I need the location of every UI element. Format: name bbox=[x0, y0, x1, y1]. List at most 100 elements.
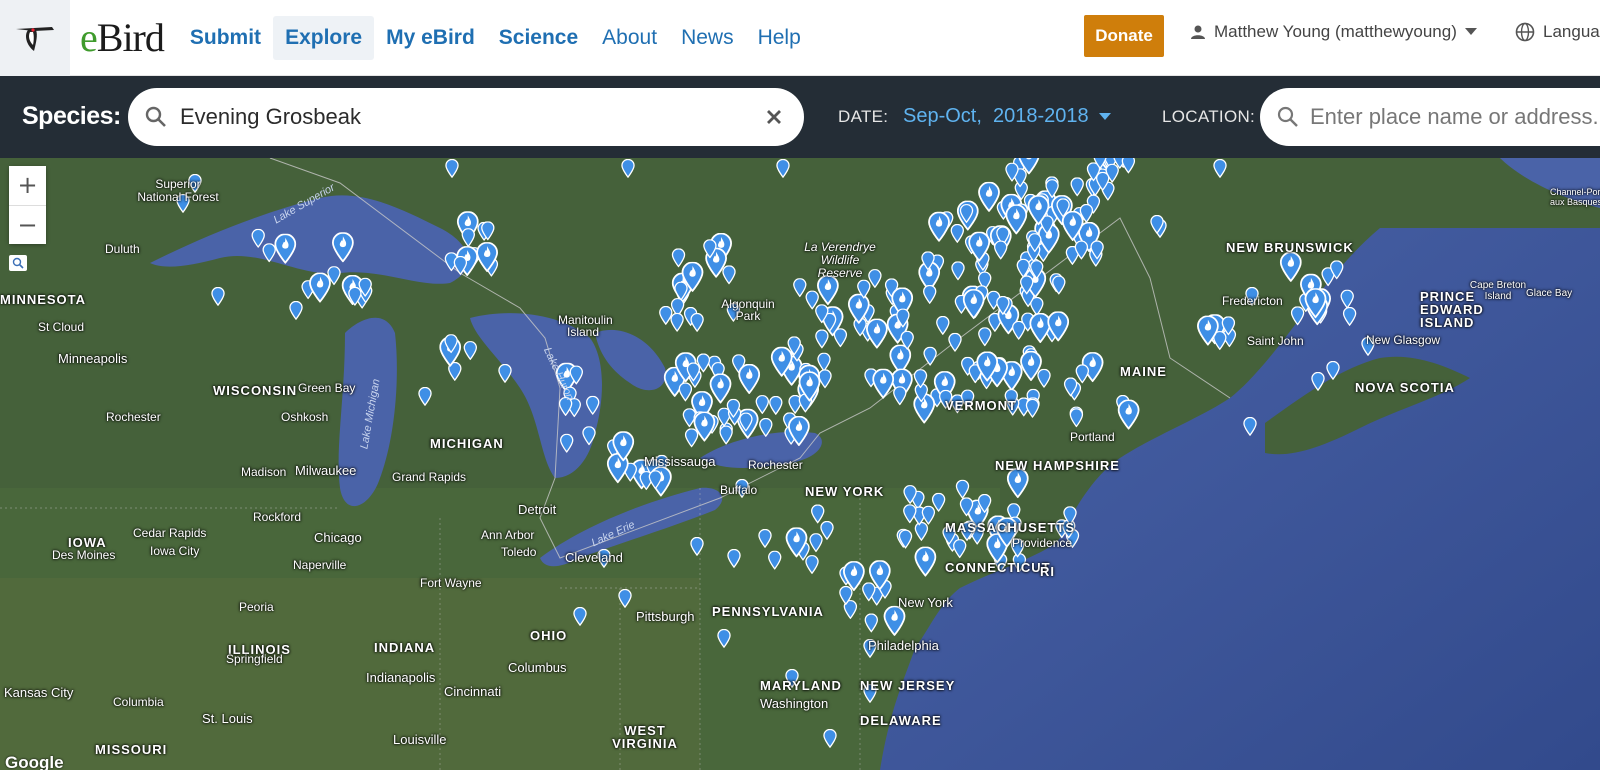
nav-news[interactable]: News bbox=[669, 16, 746, 60]
label-fredericton: Fredericton bbox=[1222, 294, 1283, 308]
label-madison: Madison bbox=[241, 465, 287, 479]
brand-bird: Bird bbox=[96, 15, 165, 60]
label-st-cloud: St Cloud bbox=[38, 320, 85, 334]
date-value: Sep-Oct, 2018-2018 bbox=[903, 105, 1089, 127]
label-cedar-rapids: Cedar Rapids bbox=[133, 526, 207, 540]
user-name: Matthew Young (matthewyoung) bbox=[1214, 22, 1457, 41]
label-saint-john: Saint John bbox=[1247, 334, 1304, 348]
label-indiana: INDIANA bbox=[374, 640, 436, 655]
label-fort-wayne: Fort Wayne bbox=[420, 576, 482, 590]
species-value: Evening Grosbeak bbox=[180, 104, 361, 129]
label-cincinnati: Cincinnati bbox=[444, 684, 502, 699]
label-rhode-island: RI bbox=[1040, 564, 1055, 579]
label-minnesota: MINNESOTA bbox=[0, 292, 87, 307]
label-louisville: Louisville bbox=[393, 732, 447, 747]
nav-help[interactable]: Help bbox=[746, 16, 813, 60]
nav-my-ebird[interactable]: My eBird bbox=[374, 16, 487, 60]
label-maine: MAINE bbox=[1120, 364, 1167, 379]
label-vermont: VERMONT bbox=[945, 398, 1017, 413]
nav-explore[interactable]: Explore bbox=[273, 15, 375, 60]
label-cleveland: Cleveland bbox=[565, 550, 623, 565]
label-columbus: Columbus bbox=[508, 660, 567, 675]
bird-logo-icon bbox=[16, 26, 54, 51]
label-new-jersey: NEW JERSEY bbox=[860, 678, 956, 693]
label-new-york-city: New York bbox=[898, 595, 953, 610]
label-green-bay: Green Bay bbox=[298, 381, 356, 395]
label-detroit: Detroit bbox=[518, 502, 557, 517]
user-menu[interactable]: Matthew Young (matthewyoung) bbox=[1190, 22, 1477, 42]
label-mississauga: Mississauga bbox=[644, 454, 716, 469]
label-new-hampshire: NEW HAMPSHIRE bbox=[995, 458, 1120, 473]
location-input[interactable] bbox=[1310, 104, 1600, 130]
date-selector[interactable]: Sep-Oct, 2018-2018 bbox=[903, 105, 1111, 128]
label-ann-arbor: Ann Arbor bbox=[481, 528, 535, 542]
chevron-down-icon bbox=[1464, 28, 1477, 35]
label-naperville: Naperville bbox=[293, 558, 347, 572]
label-milwaukee: Milwaukee bbox=[295, 463, 357, 478]
label-missouri: MISSOURI bbox=[95, 742, 168, 757]
label-peoria: Peoria bbox=[239, 600, 274, 614]
search-icon bbox=[1277, 106, 1298, 127]
nav-submit[interactable]: Submit bbox=[178, 16, 273, 60]
label-pennsylvania: PENNSYLVANIA bbox=[712, 604, 824, 619]
ebird-logo[interactable] bbox=[0, 0, 70, 76]
label-springfield: Springfield bbox=[226, 652, 283, 666]
label-grand-rapids: Grand Rapids bbox=[392, 470, 467, 484]
label-massachusetts: MASSACHUSETTS bbox=[945, 520, 1076, 535]
zoom-to-area-icon[interactable] bbox=[9, 255, 27, 271]
label-delaware: DELAWARE bbox=[860, 713, 942, 728]
label-philadelphia: Philadelphia bbox=[868, 638, 939, 653]
label-manitoulin-island: Manitoulin Island bbox=[558, 313, 613, 339]
language-label: Language bbox=[1543, 22, 1600, 41]
label-des-moines: Des Moines bbox=[52, 548, 116, 562]
nav-science[interactable]: Science bbox=[487, 16, 590, 60]
location-search[interactable] bbox=[1260, 88, 1600, 146]
label-nova-scotia: NOVA SCOTIA bbox=[1355, 380, 1455, 395]
label-providence: Providence bbox=[1012, 536, 1073, 550]
label-oshkosh: Oshkosh bbox=[281, 410, 329, 424]
label-maryland: MARYLAND bbox=[760, 678, 842, 693]
label-columbia: Columbia bbox=[113, 695, 164, 709]
label-superior-national-forest: Superior National Forest bbox=[137, 177, 219, 204]
chevron-down-icon bbox=[1098, 112, 1111, 120]
label-rochester-mn: Rochester bbox=[106, 410, 161, 424]
label-iowa-city: Iowa City bbox=[150, 544, 200, 558]
ebird-wordmark[interactable]: eBird bbox=[80, 14, 165, 61]
nav-about[interactable]: About bbox=[590, 16, 669, 60]
label-pittsburgh: Pittsburgh bbox=[636, 609, 695, 624]
zoom-in-button[interactable]: + bbox=[9, 166, 46, 206]
label-rockford: Rockford bbox=[253, 510, 302, 524]
label-buffalo: Buffalo bbox=[720, 483, 758, 497]
label-west-virginia: WEST VIRGINIA bbox=[612, 723, 678, 751]
label-washington: Washington bbox=[760, 696, 829, 711]
label-st-louis: St. Louis bbox=[202, 711, 253, 726]
search-icon bbox=[145, 106, 166, 127]
label-channel-port-aux-basques: Channel-Port aux Basques bbox=[1550, 187, 1600, 207]
label-cape-breton-island: Cape Breton Island bbox=[1469, 280, 1527, 302]
top-navigation: eBird Submit Explore My eBird Science Ab… bbox=[0, 0, 1600, 76]
label-algonquin-park: Algonquin Park bbox=[721, 297, 775, 323]
label-indianapolis: Indianapolis bbox=[366, 670, 436, 685]
clear-icon[interactable] bbox=[766, 109, 782, 125]
zoom-out-button[interactable]: − bbox=[9, 205, 46, 244]
zoom-controls: + − bbox=[9, 166, 46, 244]
language-menu[interactable]: Language bbox=[1515, 22, 1600, 42]
donate-button[interactable]: Donate bbox=[1084, 15, 1164, 57]
google-attribution: Google bbox=[5, 753, 64, 770]
species-input[interactable]: Evening Grosbeak bbox=[128, 88, 804, 146]
user-icon bbox=[1191, 25, 1205, 39]
label-portland: Portland bbox=[1070, 430, 1115, 444]
brand-e: e bbox=[80, 15, 98, 60]
label-toledo: Toledo bbox=[501, 545, 537, 559]
filter-bar: Species: Evening Grosbeak DATE: Sep-Oct,… bbox=[0, 76, 1600, 158]
species-label: Species: bbox=[22, 102, 121, 130]
label-kansas-city: Kansas City bbox=[4, 685, 74, 700]
globe-icon bbox=[1515, 22, 1535, 42]
label-new-york: NEW YORK bbox=[805, 484, 885, 499]
map-canvas[interactable]: MINNESOTA WISCONSIN MICHIGAN IOWA ILLINO… bbox=[0, 158, 1600, 770]
date-label: DATE: bbox=[838, 107, 889, 126]
label-michigan: MICHIGAN bbox=[430, 436, 504, 451]
magnifier-icon bbox=[12, 257, 24, 269]
location-label: LOCATION: bbox=[1162, 107, 1256, 126]
label-wisconsin: WISCONSIN bbox=[213, 383, 298, 398]
